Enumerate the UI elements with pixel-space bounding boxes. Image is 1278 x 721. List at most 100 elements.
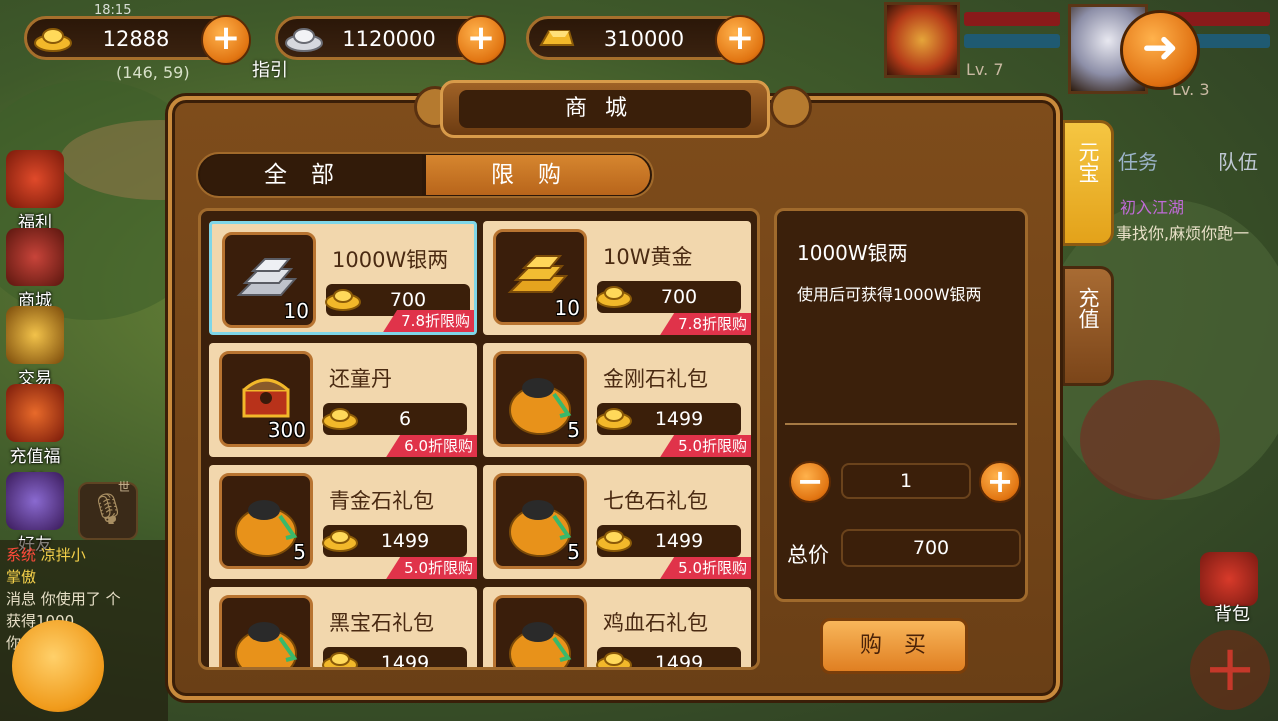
add-silver-ingot-button[interactable]: + — [456, 15, 506, 65]
tab-yuanbao[interactable]: 元宝 — [1062, 120, 1114, 246]
side-menu-mall[interactable]: 商城 — [2, 228, 68, 311]
discount-badge: 5.0折限购 — [660, 557, 751, 579]
gold-ingot-icon — [322, 652, 358, 667]
detail-item-description: 使用后可获得1000W银两 — [797, 285, 982, 304]
item-icon-frame: 5 — [493, 473, 587, 569]
gold-ingot-icon — [322, 530, 358, 552]
quest-description[interactable]: 事找你,麻烦你跑一 — [1116, 220, 1249, 244]
flower-decoration — [1080, 380, 1220, 500]
discount-badge: 7.8折限购 — [660, 313, 751, 335]
item-detail-panel: 1000W银两 使用后可获得1000W银两 − 1 + 总价 700 — [774, 208, 1028, 602]
shop-item-card[interactable]: 鸡血石礼包 1499 — [483, 587, 751, 667]
trade-icon — [6, 306, 64, 364]
pet-portrait[interactable] — [884, 2, 960, 78]
item-quantity: 5 — [293, 540, 306, 564]
gold-ingot-amount: 12888 — [102, 27, 170, 51]
total-price-value: 700 — [841, 529, 1021, 567]
divider — [785, 423, 1017, 425]
gold-ingot-icon — [34, 28, 72, 52]
item-quantity: 5 — [567, 540, 580, 564]
gold-ingot-icon — [325, 289, 361, 311]
shop-item-card[interactable]: 5 七色石礼包 1499 5.0折限购 — [483, 465, 751, 579]
shop-item-card[interactable]: 5 青金石礼包 1499 5.0折限购 — [209, 465, 477, 579]
bag-label[interactable]: 背包 — [1214, 600, 1250, 626]
chat-text: 你使用了 个 — [40, 590, 121, 608]
map-coordinates: (146, 59) — [116, 63, 190, 82]
add-gold-ingot-button[interactable]: + — [201, 15, 251, 65]
gold-bar-icon — [539, 30, 575, 46]
shop-item-card[interactable]: 10 1000W银两 700 7.8折限购 — [209, 221, 477, 335]
shop-item-card[interactable]: 10 10W黄金 700 7.8折限购 — [483, 221, 751, 335]
item-grid[interactable]: 10 1000W银两 700 7.8折限购 10 10W黄金 700 7.8折限… — [198, 208, 760, 670]
gift-bag-icon — [235, 622, 298, 667]
bag-icon[interactable] — [1200, 552, 1258, 606]
item-name: 金刚石礼包 — [603, 367, 708, 391]
item-icon-frame: 300 — [219, 351, 313, 447]
item-name: 鸡血石礼包 — [603, 611, 708, 635]
task-tab[interactable]: 任务 — [1118, 146, 1158, 175]
chat-tag: 系统 — [6, 546, 37, 564]
item-name: 黑宝石礼包 — [329, 611, 434, 635]
shop-title-plaque: 商城 — [440, 80, 770, 138]
gold-bar-amount: 310000 — [603, 27, 685, 51]
item-name: 1000W银两 — [332, 248, 449, 272]
title-ornament-icon — [770, 86, 812, 128]
shop-item-card[interactable]: 黑宝石礼包 1499 — [209, 587, 477, 667]
quantity-field[interactable]: 1 — [841, 463, 971, 499]
silver-ingot-amount: 1120000 — [342, 27, 436, 51]
side-menu-trade[interactable]: 交易 — [2, 306, 68, 389]
mall-icon — [6, 228, 64, 286]
item-quantity: 10 — [283, 299, 309, 323]
side-menu-welfare[interactable]: 福利 — [2, 150, 68, 233]
item-quantity: 5 — [567, 418, 580, 442]
silver-ingot-icon — [285, 28, 323, 52]
discount-badge: 7.8折限购 — [383, 310, 474, 332]
shop-item-card[interactable]: 5 金刚石礼包 1499 5.0折限购 — [483, 343, 751, 457]
item-name: 10W黄金 — [603, 245, 693, 269]
currency-gold-ingot: 12888 + — [24, 15, 251, 65]
pet-level: Lv. 7 — [966, 60, 1004, 79]
decrease-quantity-button[interactable]: − — [789, 461, 831, 503]
mascot-avatar[interactable] — [12, 620, 104, 712]
world-channel-badge: 世 — [118, 480, 131, 494]
add-gold-bar-button[interactable]: + — [715, 15, 765, 65]
tab-recharge[interactable]: 充值 — [1062, 266, 1114, 386]
chat-line: 消息 你使用了 个 — [6, 588, 162, 610]
currency-silver-ingot: 1120000 + — [275, 15, 506, 65]
item-icon-frame: 10 — [222, 232, 316, 328]
chat-line: 掌傲 — [6, 568, 37, 586]
item-icon-frame — [219, 595, 313, 667]
arrow-right-icon[interactable]: ➜ — [1120, 10, 1200, 90]
expand-menu-icon[interactable]: + — [1190, 630, 1270, 710]
chat-tag: 消息 — [6, 590, 37, 608]
pet-hp-bar — [964, 12, 1060, 26]
item-name: 七色石礼包 — [603, 489, 708, 513]
tab-limited[interactable]: 限购 — [426, 155, 650, 195]
gift-bag-icon — [509, 622, 572, 667]
detail-item-name: 1000W银两 — [797, 241, 908, 265]
team-tab[interactable]: 队伍 — [1218, 146, 1258, 175]
increase-quantity-button[interactable]: + — [979, 461, 1021, 503]
gold-ingot-icon — [596, 408, 632, 430]
shop-title: 商城 — [459, 90, 751, 128]
tab-all[interactable]: 全部 — [200, 155, 422, 195]
chat-line: 系统 凉拌小 — [6, 544, 162, 566]
item-name: 还童丹 — [329, 367, 392, 391]
item-quantity: 10 — [554, 296, 580, 320]
pet-mp-bar — [964, 34, 1060, 48]
shop-tab-bar: 全部 限购 — [196, 152, 654, 198]
currency-gold-bar: 310000 + — [526, 15, 765, 65]
buy-button[interactable]: 购买 — [820, 618, 968, 674]
item-name: 青金石礼包 — [329, 489, 434, 513]
gold-ingot-icon — [322, 408, 358, 430]
guide-button[interactable]: 指引 — [252, 56, 288, 82]
gift-icon — [6, 150, 64, 208]
shop-item-card[interactable]: 300 还童丹 6 6.0折限购 — [209, 343, 477, 457]
gold-ingot-icon — [596, 652, 632, 667]
item-icon-frame: 10 — [493, 229, 587, 325]
discount-badge: 5.0折限购 — [386, 557, 477, 579]
recharge-gift-icon — [6, 384, 64, 442]
quest-title[interactable]: 初入江湖 — [1120, 194, 1184, 218]
total-price-label: 总价 — [787, 543, 829, 567]
item-icon-frame: 5 — [219, 473, 313, 569]
